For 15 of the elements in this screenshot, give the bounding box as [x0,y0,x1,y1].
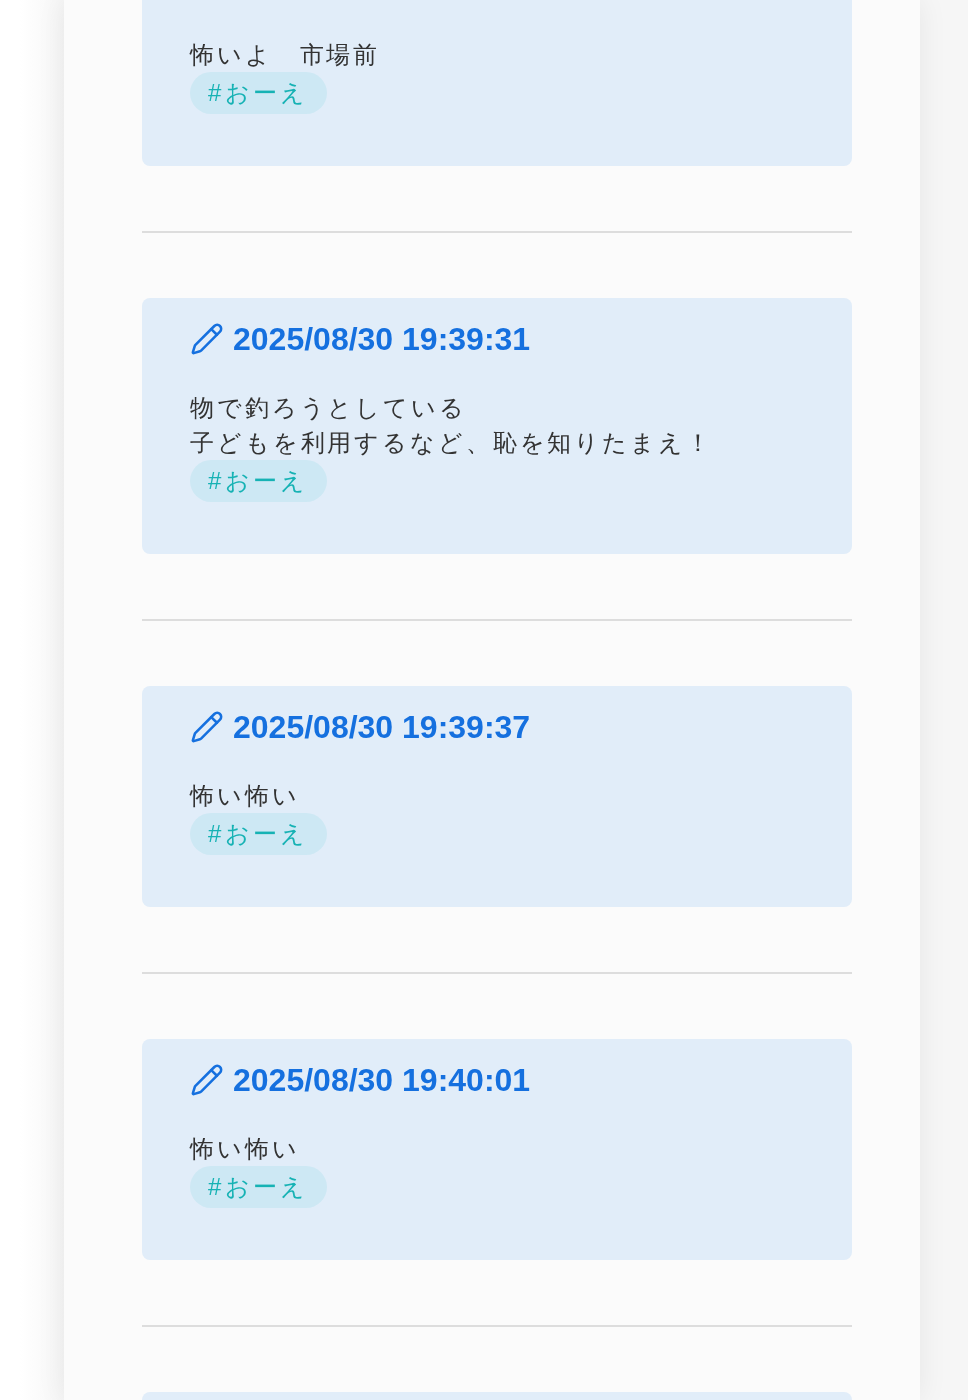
hashtag-link[interactable]: #おーえ [190,460,327,502]
pencil-icon [190,1063,224,1097]
post-timestamp: 2025/08/30 19:39:37 [233,709,531,745]
pencil-icon [190,322,224,356]
post-text-line: 怖い怖い [190,781,300,811]
post-text-line: 怖い怖い [190,1134,300,1164]
post-text-line: 物で釣ろうとしている [190,393,467,423]
hashtag-link[interactable]: #おーえ [190,813,327,855]
post-text-line: 怖いよ 市場前 [190,40,381,70]
pencil-icon [190,710,224,744]
hashtag-link[interactable]: #おーえ [190,72,327,114]
hashtag-link[interactable]: #おーえ [190,1166,327,1208]
post-text-line: 子どもを利用するなど、恥を知りたまえ！ [190,428,713,458]
post-timestamp: 2025/08/30 19:39:31 [233,321,531,357]
post-timestamp: 2025/08/30 19:40:01 [233,1062,531,1098]
